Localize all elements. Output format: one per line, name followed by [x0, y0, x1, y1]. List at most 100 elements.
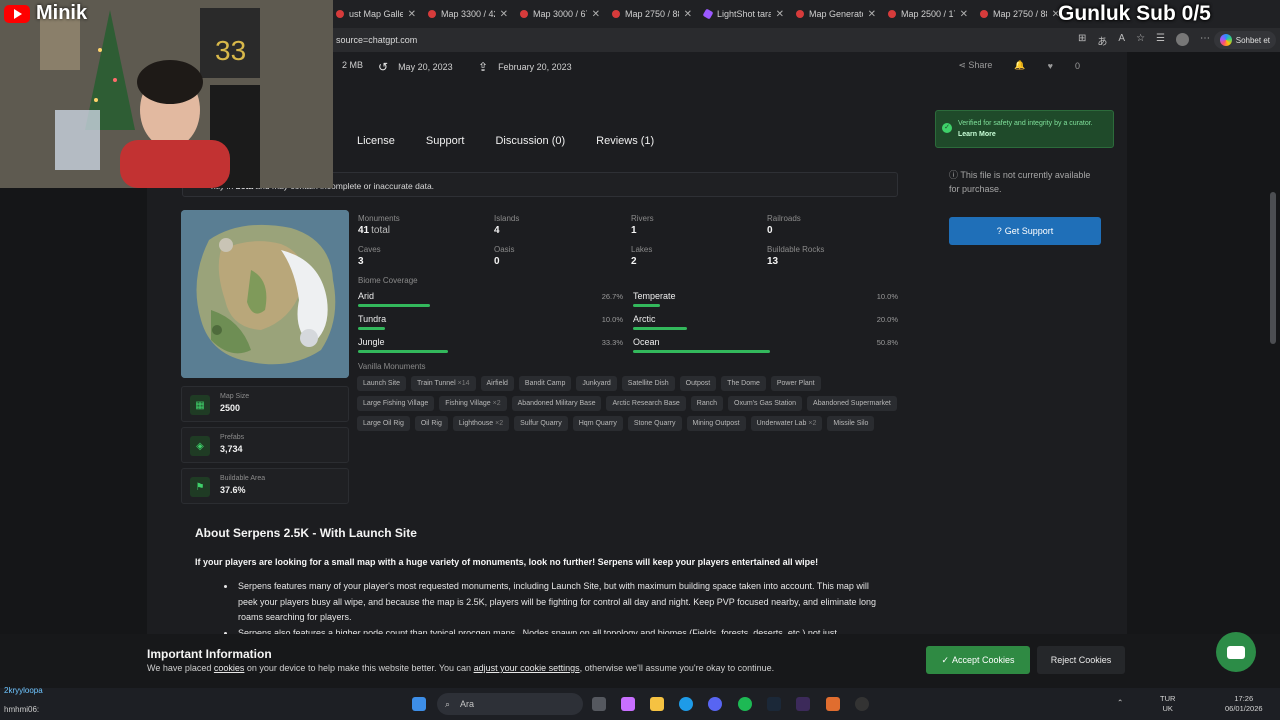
cookies-link[interactable]: cookies [214, 663, 245, 673]
monument-name: Ranch [696, 400, 718, 407]
metric-label: Caves [358, 245, 381, 254]
svg-text:33: 33 [215, 35, 246, 66]
browser-tab[interactable]: Map 3300 / 42 ✕ [422, 1, 514, 27]
app-icon[interactable] [826, 697, 840, 711]
lang-bottom: UK [1162, 704, 1173, 713]
browser-tab[interactable]: Map 2750 / 88 ✕ [606, 1, 698, 27]
read-aloud-icon[interactable]: A [1118, 33, 1125, 48]
address-bar[interactable]: source=chatgpt.com ⊞ あ A ☆ ☰ ⋯ Sohbet et [330, 28, 1280, 52]
monument-chip: Fishing Village ×2 [439, 396, 507, 411]
profile-avatar[interactable] [1176, 33, 1189, 46]
browser-tab[interactable]: LightShot taraf ✕ [698, 1, 790, 27]
browser-tab[interactable]: ust Map Galle ✕ [330, 1, 422, 27]
monument-chip: Missile Silo [827, 416, 875, 431]
monument-chip: Junkyard [576, 376, 617, 391]
monument-count: ×14 [457, 380, 470, 387]
close-icon[interactable]: ✕ [684, 9, 692, 20]
browser-tab[interactable]: Map 2500 / 17 ✕ [882, 1, 974, 27]
task-view-icon[interactable] [592, 697, 606, 711]
language-indicator[interactable]: TUR UK [1160, 694, 1175, 714]
taskbar-search[interactable]: ⌕ Ara [437, 693, 583, 715]
browser-tab[interactable]: Map 3000 / 67 ✕ [514, 1, 606, 27]
updated-meta: ↺ May 20, 2023 [378, 60, 453, 74]
edge-icon[interactable] [679, 697, 693, 711]
tab-support[interactable]: Support [426, 135, 465, 147]
biome-bar [633, 350, 770, 353]
monument-name: Airfield [486, 380, 508, 387]
monument-name: Launch Site [363, 380, 400, 387]
monument-chip: Abandoned Supermarket [807, 396, 897, 411]
monument-name: Mining Outpost [692, 420, 740, 427]
discord-icon[interactable] [708, 697, 722, 711]
help-icon: ? [996, 226, 1002, 236]
monument-chip: Stone Quarry [627, 416, 682, 431]
tab-title: Map Generator [809, 9, 863, 19]
channel-badge: Minik [4, 2, 87, 25]
cookie-settings-link[interactable]: adjust your cookie settings [474, 663, 580, 673]
close-icon[interactable]: ✕ [960, 9, 968, 20]
biome-title: Biome Coverage [358, 276, 418, 285]
copilot-taskbar-icon[interactable] [621, 697, 635, 711]
app-icon[interactable]: ⊞ [1078, 33, 1086, 48]
browser-tab[interactable]: Map 2750 / 88 ✕ [974, 1, 1066, 27]
steam-icon[interactable] [767, 697, 781, 711]
reject-cookies-button[interactable]: Reject Cookies [1037, 646, 1125, 674]
accept-cookies-button[interactable]: ✓ Accept Cookies [926, 646, 1030, 674]
metric-value: 0 [494, 256, 500, 267]
close-icon[interactable]: ✕ [592, 9, 600, 20]
spotify-icon[interactable] [738, 697, 752, 711]
biome-bar [633, 327, 687, 330]
clock[interactable]: 17:26 06/01/2026 [1225, 694, 1263, 714]
monument-chip: Oil Rig [414, 416, 448, 431]
time: 17:26 [1234, 694, 1254, 703]
map-thumbnail[interactable] [181, 210, 349, 378]
translate-icon[interactable]: あ [1097, 33, 1107, 48]
created-meta: ⇪ February 20, 2023 [478, 60, 572, 74]
favorite-icon[interactable]: ☆ [1136, 33, 1145, 48]
obs-icon[interactable] [796, 697, 810, 711]
tray-chevron-icon[interactable]: ⌃ [1117, 698, 1123, 708]
app-icon[interactable] [855, 697, 869, 711]
heart-icon[interactable]: ♥ [1048, 61, 1053, 71]
monument-chip: Arctic Research Base [606, 396, 686, 411]
more-icon[interactable]: ⋯ [1200, 33, 1210, 48]
tab-discussion[interactable]: Discussion (0) [495, 135, 565, 147]
get-support-button[interactable]: ? Get Support [949, 217, 1101, 245]
file-explorer-icon[interactable] [650, 697, 664, 711]
metric-label: Monuments [358, 214, 400, 223]
close-icon[interactable]: ✕ [776, 9, 784, 20]
copilot-chat-button[interactable]: Sohbet et [1213, 31, 1276, 49]
close-icon[interactable]: ✕ [500, 9, 508, 20]
monument-chip: Ranch [690, 396, 724, 411]
map-pin-icon [336, 10, 344, 18]
close-icon[interactable]: ✕ [868, 9, 876, 20]
tab-license[interactable]: License [357, 135, 395, 147]
scrollbar-thumb[interactable] [1270, 192, 1276, 344]
biome-percent: 10.0% [601, 315, 623, 324]
stat-value: 37.6% [220, 485, 246, 495]
metric-value: 2 [631, 256, 637, 267]
map-pin-icon [428, 10, 436, 18]
windows-start-icon[interactable] [412, 697, 426, 711]
monument-name: Abandoned Military Base [517, 400, 596, 407]
history-icon: ↺ [378, 60, 389, 74]
monument-name: Power Plant [776, 380, 815, 387]
chat-button[interactable] [1216, 632, 1256, 672]
tab-title: Map 3300 / 42 [441, 9, 495, 19]
tab-reviews[interactable]: Reviews (1) [596, 135, 654, 147]
close-icon[interactable]: ✕ [408, 9, 416, 20]
channel-name: Minik [36, 2, 88, 24]
bell-icon[interactable]: 🔔 [1014, 60, 1025, 71]
stat-value: 2500 [220, 403, 241, 413]
tab-title: Map 3000 / 67 [533, 9, 587, 19]
get-support-label: Get Support [1004, 226, 1054, 236]
monument-name: Underwater Lab [756, 420, 807, 427]
file-tabs: License Support Discussion (0) Reviews (… [357, 135, 654, 147]
browser-tab[interactable]: Map Generator ✕ [790, 1, 882, 27]
metric-label: Rivers [631, 214, 654, 223]
learn-more-link[interactable]: Learn More [958, 131, 996, 138]
share-button[interactable]: ⋖ Share [958, 60, 992, 71]
monument-name: Train Tunnel [416, 380, 456, 387]
collections-icon[interactable]: ☰ [1156, 33, 1165, 48]
url-text[interactable]: source=chatgpt.com [336, 35, 417, 45]
